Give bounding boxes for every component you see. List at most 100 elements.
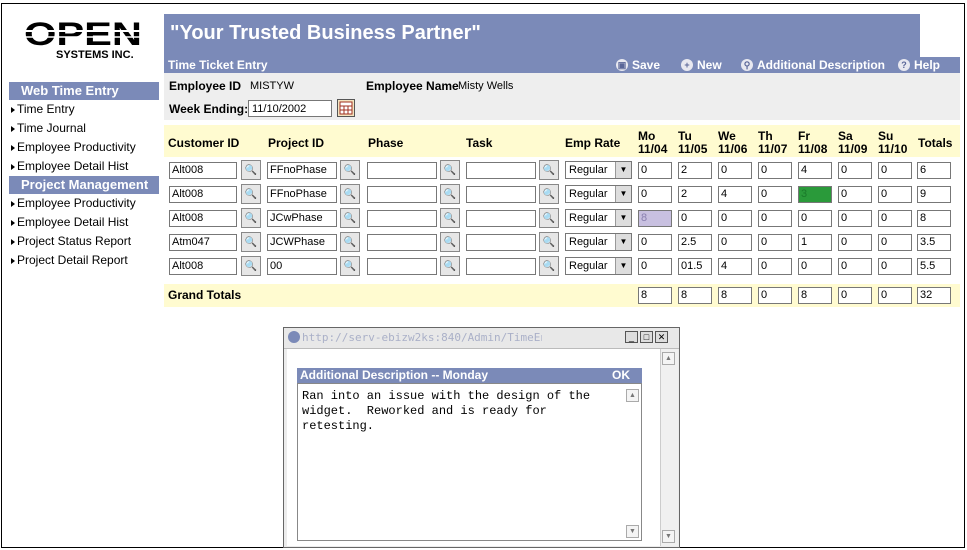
emp-rate-select[interactable]: Regular ▼ <box>565 257 632 275</box>
hours-input[interactable]: 2 <box>678 186 712 203</box>
dropdown-arrow-icon[interactable]: ▼ <box>615 210 631 226</box>
popup-titlebar[interactable]: http://serv-ebizw2ks:840/Admin/TimeEntry… <box>284 328 679 349</box>
lookup-button[interactable]: 🔍 <box>539 256 559 276</box>
description-textarea[interactable]: Ran into an issue with the design of the… <box>297 383 642 541</box>
project-id-input[interactable]: JCwPhase <box>267 210 337 227</box>
hours-input[interactable]: 0 <box>638 186 672 203</box>
popup-scrollbar[interactable]: ▲ ▼ <box>660 349 678 546</box>
hours-input[interactable]: 0 <box>838 186 872 203</box>
task-input[interactable] <box>466 210 536 227</box>
hours-input[interactable]: 01.5 <box>678 258 712 275</box>
project-id-input[interactable]: 00 <box>267 258 337 275</box>
lookup-button[interactable]: 🔍 <box>440 208 460 228</box>
lookup-button[interactable]: 🔍 <box>539 208 559 228</box>
hours-input[interactable]: 0 <box>838 162 872 179</box>
lookup-button[interactable]: 🔍 <box>440 232 460 252</box>
hours-input[interactable]: 3 <box>798 186 832 203</box>
hours-input[interactable]: 0 <box>638 258 672 275</box>
project-id-input[interactable]: JCWPhase <box>267 234 337 251</box>
hours-input[interactable]: 4 <box>798 162 832 179</box>
hours-input[interactable]: 0 <box>838 210 872 227</box>
hours-input[interactable]: 0 <box>838 234 872 251</box>
hours-input[interactable]: 0 <box>798 258 832 275</box>
hours-input[interactable]: 2.5 <box>678 234 712 251</box>
additional-description-button[interactable]: ⚲ Additional Description <box>741 57 885 73</box>
lookup-button[interactable]: 🔍 <box>241 232 261 252</box>
customer-id-input[interactable]: Alt008 <box>169 258 237 275</box>
sidebar-item-time-journal[interactable]: Time Journal <box>9 119 159 138</box>
lookup-button[interactable]: 🔍 <box>241 184 261 204</box>
hours-input[interactable]: 0 <box>758 210 792 227</box>
project-id-input[interactable]: FFnoPhase <box>267 186 337 203</box>
hours-input[interactable]: 0 <box>878 162 912 179</box>
sidebar-item-pm-employee-productivity[interactable]: Employee Productivity <box>9 194 159 213</box>
lookup-button[interactable]: 🔍 <box>241 160 261 180</box>
lookup-button[interactable]: 🔍 <box>241 208 261 228</box>
phase-input[interactable] <box>367 210 437 227</box>
emp-rate-select[interactable]: Regular ▼ <box>565 233 632 251</box>
hours-input[interactable]: 0 <box>678 210 712 227</box>
customer-id-input[interactable]: Alt008 <box>169 186 237 203</box>
hours-input[interactable]: 2 <box>678 162 712 179</box>
hours-input[interactable]: 0 <box>878 210 912 227</box>
task-input[interactable] <box>466 162 536 179</box>
hours-input[interactable]: 0 <box>718 210 752 227</box>
lookup-button[interactable]: 🔍 <box>440 184 460 204</box>
week-ending-input[interactable]: 11/10/2002 <box>248 100 332 117</box>
hours-input[interactable]: 0 <box>878 234 912 251</box>
hours-input[interactable]: 8 <box>638 210 672 227</box>
sidebar-item-pm-employee-detail-hist[interactable]: Employee Detail Hist <box>9 213 159 232</box>
lookup-button[interactable]: 🔍 <box>539 160 559 180</box>
maximize-icon[interactable]: □ <box>640 331 653 343</box>
sidebar-item-project-status-report[interactable]: Project Status Report <box>9 232 159 251</box>
hours-input[interactable]: 0 <box>758 234 792 251</box>
lookup-button[interactable]: 🔍 <box>440 256 460 276</box>
hours-input[interactable]: 0 <box>758 258 792 275</box>
task-input[interactable] <box>466 186 536 203</box>
phase-input[interactable] <box>367 186 437 203</box>
lookup-button[interactable]: 🔍 <box>440 160 460 180</box>
emp-rate-select[interactable]: Regular ▼ <box>565 185 632 203</box>
task-input[interactable] <box>466 234 536 251</box>
calendar-button[interactable] <box>337 99 355 117</box>
task-input[interactable] <box>466 258 536 275</box>
ok-button[interactable]: OK <box>612 368 630 383</box>
minimize-icon[interactable]: _ <box>625 331 638 343</box>
hours-input[interactable]: 0 <box>798 210 832 227</box>
scroll-down-icon[interactable]: ▼ <box>662 530 675 543</box>
hours-input[interactable]: 0 <box>878 186 912 203</box>
save-button[interactable]: ▣ Save <box>616 57 660 73</box>
lookup-button[interactable]: 🔍 <box>340 208 360 228</box>
sidebar-item-time-entry[interactable]: Time Entry <box>9 100 159 119</box>
sidebar-item-employee-productivity[interactable]: Employee Productivity <box>9 138 159 157</box>
lookup-button[interactable]: 🔍 <box>539 232 559 252</box>
customer-id-input[interactable]: Alt008 <box>169 210 237 227</box>
hours-input[interactable]: 0 <box>718 162 752 179</box>
textarea-scroll-up-icon[interactable]: ▲ <box>626 389 639 402</box>
sidebar-item-employee-detail-hist[interactable]: Employee Detail Hist <box>9 157 159 176</box>
phase-input[interactable] <box>367 258 437 275</box>
dropdown-arrow-icon[interactable]: ▼ <box>615 186 631 202</box>
hours-input[interactable]: 0 <box>758 186 792 203</box>
dropdown-arrow-icon[interactable]: ▼ <box>615 258 631 274</box>
lookup-button[interactable]: 🔍 <box>340 184 360 204</box>
help-button[interactable]: ? Help <box>898 57 940 73</box>
textarea-scroll-down-icon[interactable]: ▼ <box>626 525 639 538</box>
lookup-button[interactable]: 🔍 <box>241 256 261 276</box>
emp-rate-select[interactable]: Regular ▼ <box>565 209 632 227</box>
project-id-input[interactable]: FFnoPhase <box>267 162 337 179</box>
hours-input[interactable]: 0 <box>638 162 672 179</box>
lookup-button[interactable]: 🔍 <box>340 232 360 252</box>
hours-input[interactable]: 0 <box>638 234 672 251</box>
phase-input[interactable] <box>367 234 437 251</box>
lookup-button[interactable]: 🔍 <box>340 256 360 276</box>
new-button[interactable]: + New <box>681 57 722 73</box>
lookup-button[interactable]: 🔍 <box>340 160 360 180</box>
hours-input[interactable]: 1 <box>798 234 832 251</box>
hours-input[interactable]: 4 <box>718 258 752 275</box>
hours-input[interactable]: 0 <box>758 162 792 179</box>
phase-input[interactable] <box>367 162 437 179</box>
hours-input[interactable]: 4 <box>718 186 752 203</box>
dropdown-arrow-icon[interactable]: ▼ <box>615 162 631 178</box>
hours-input[interactable]: 0 <box>878 258 912 275</box>
